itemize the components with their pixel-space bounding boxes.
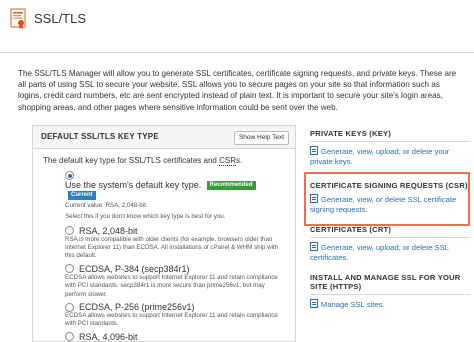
option-note-ecdsa-p256: ECDSA allows websites to support Interne… <box>65 312 278 328</box>
recommended-badge: Recommended <box>206 180 256 190</box>
key-type-option-ecdsa-p256[interactable]: ECDSA, P-256 (prime256v1) <box>65 302 285 312</box>
show-help-text-button[interactable]: Show Help Text <box>233 131 289 145</box>
document-icon <box>310 299 318 308</box>
link-certificates[interactable]: Generate, view, upload, or delete SSL ce… <box>310 242 470 263</box>
default-key-type-panel: DEFAULT SSL/TLS KEY TYPE Show Help Text … <box>32 125 296 342</box>
panel-description: The default key type for SSL/TLS certifi… <box>43 156 243 166</box>
panel-title: DEFAULT SSL/TLS KEY TYPE <box>41 132 159 141</box>
section-heading-certificates: CERTIFICATES (CRT) <box>310 225 470 238</box>
link-manage-ssl[interactable]: Manage SSL sites. <box>310 299 470 310</box>
option-note-rsa-2048: RSA is more compatible with older client… <box>65 235 279 260</box>
option-label-ecdsa-p256: ECDSA, P-256 (prime256v1) <box>79 302 195 313</box>
section-heading-private-keys: PRIVATE KEYS (KEY) <box>310 129 470 142</box>
panel-header: DEFAULT SSL/TLS KEY TYPE Show Help Text <box>33 126 295 149</box>
csr-highlight-box <box>304 172 470 226</box>
current-badge: Current <box>68 190 96 200</box>
section-certificates: CERTIFICATES (CRT) Generate, view, uploa… <box>310 225 470 263</box>
csr-abbreviation: CSR <box>219 156 236 166</box>
intro-text: The SSL/TLS Manager will allow you to ge… <box>18 69 457 112</box>
page-title: SSL/TLS <box>34 11 87 26</box>
ssl-certificate-icon <box>10 8 26 29</box>
option-note-ecdsa-p384: ECDSA allows websites to support Interne… <box>65 273 278 298</box>
radio-rsa-2048[interactable] <box>65 226 74 236</box>
key-type-option-default[interactable] <box>65 171 285 181</box>
radio-ecdsa-p256[interactable] <box>65 302 74 312</box>
current-value-text: Current value: RSA, 2,048-bit. <box>65 201 148 209</box>
section-heading-install-ssl: INSTALL AND MANAGE SSL FOR YOUR SITE (HT… <box>310 273 470 295</box>
page-header: SSL/TLS <box>0 0 474 53</box>
radio-rsa-4096[interactable] <box>65 332 74 342</box>
option-label-ecdsa-p384: ECDSA, P-384 (secp384r1) <box>79 263 190 274</box>
section-private-keys: PRIVATE KEYS (KEY) Generate, view, uploa… <box>310 129 470 167</box>
option-label-rsa-4096: RSA, 4,096-bit <box>79 331 138 342</box>
key-type-option-ecdsa-p384[interactable]: ECDSA, P-384 (secp384r1) <box>65 264 285 274</box>
key-type-option-rsa-4096[interactable]: RSA, 4,096-bit <box>65 332 285 342</box>
radio-ecdsa-p384[interactable] <box>65 264 74 274</box>
key-type-option-rsa-2048[interactable]: RSA, 2,048-bit <box>65 226 285 236</box>
option-label-rsa-2048: RSA, 2,048-bit <box>79 225 138 236</box>
link-private-keys[interactable]: Generate, view, upload, or delete your p… <box>310 146 470 167</box>
option-label-default: Use the system's default key type. <box>65 180 202 191</box>
section-install-ssl: INSTALL AND MANAGE SSL FOR YOUR SITE (HT… <box>310 273 470 310</box>
document-icon <box>310 146 318 155</box>
radio-default[interactable] <box>65 171 74 181</box>
option-note-default: Select this if you don't know which key … <box>65 213 226 221</box>
document-icon <box>310 242 318 251</box>
